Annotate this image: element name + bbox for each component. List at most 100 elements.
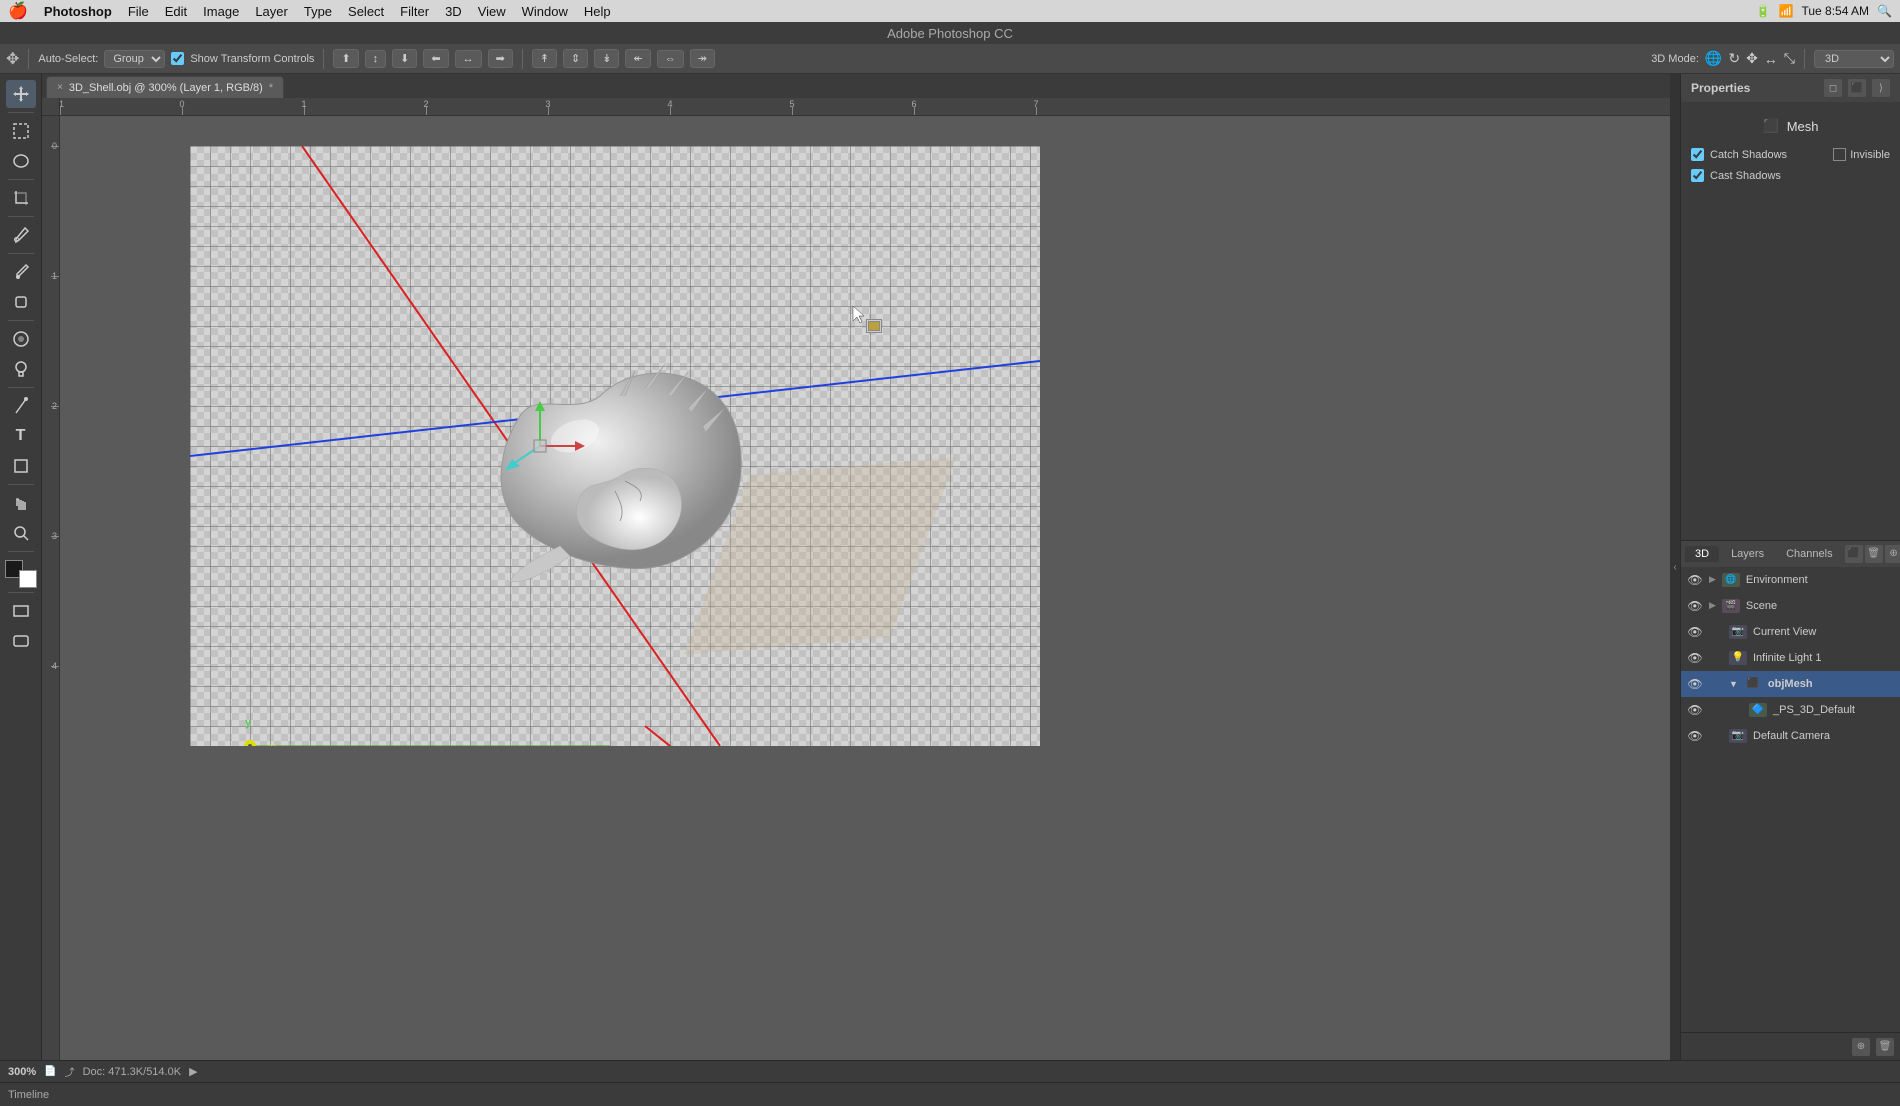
menu-help[interactable]: Help — [584, 4, 611, 19]
layer-eye-ps3ddefault[interactable]: 👁 — [1687, 702, 1703, 718]
layer-eye-objmesh[interactable]: 👁 — [1687, 676, 1703, 692]
transform-gizmo — [490, 396, 590, 496]
tab-layers[interactable]: Layers — [1721, 546, 1774, 562]
blur-tool-button[interactable] — [6, 325, 36, 353]
hand-tool-button[interactable] — [6, 489, 36, 517]
burn-tool-button[interactable] — [6, 355, 36, 383]
layer-item-light1[interactable]: 👁 💡 Infinite Light 1 — [1681, 645, 1900, 671]
distribute-top-button[interactable]: ↟ — [532, 49, 557, 68]
search-icon[interactable]: 🔍 — [1877, 4, 1892, 18]
background-color[interactable] — [19, 570, 37, 588]
menu-edit[interactable]: Edit — [165, 4, 187, 19]
layer-item-defcam[interactable]: 👁 📷 Default Camera — [1681, 723, 1900, 749]
align-vcenter-button[interactable]: ↕ — [365, 50, 387, 68]
3d-roll-icon[interactable]: ↻ — [1728, 50, 1740, 67]
color-swatches[interactable] — [5, 560, 37, 588]
layer-eye-current-view[interactable]: 👁 — [1687, 624, 1703, 640]
menu-layer[interactable]: Layer — [255, 4, 288, 19]
lasso-tool-button[interactable] — [6, 147, 36, 175]
3d-pan-icon[interactable]: ✥ — [1746, 50, 1758, 67]
menu-select[interactable]: Select — [348, 4, 384, 19]
type-tool-button[interactable]: T — [6, 422, 36, 450]
doc-info-arrow[interactable]: ▶ — [189, 1065, 197, 1078]
layer-expand-objmesh[interactable]: ▼ — [1729, 679, 1738, 689]
tab-channels[interactable]: Channels — [1776, 546, 1842, 562]
menu-window[interactable]: Window — [522, 4, 568, 19]
pen-tool-button[interactable] — [6, 392, 36, 420]
layer-item-scene[interactable]: 👁 ▶ 🎬 Scene — [1681, 593, 1900, 619]
menu-image[interactable]: Image — [203, 4, 239, 19]
crop-tool-button[interactable] — [6, 184, 36, 212]
catch-shadows-checkbox[interactable] — [1691, 148, 1704, 161]
distribute-right-button[interactable]: ↠ — [690, 49, 715, 68]
layer-name-environment: Environment — [1746, 574, 1894, 586]
panel-tab-actions: ⬛ 🗑 ⊕ ☀ ⟩ — [1845, 545, 1900, 563]
panel-collapse-button[interactable]: ‹ — [1670, 74, 1680, 1060]
catch-shadows-label: Catch Shadows — [1710, 149, 1787, 161]
distribute-vc-button[interactable]: ⇕ — [563, 49, 588, 68]
layer-item-objmesh[interactable]: 👁 ▼ ⬛ objMesh — [1681, 671, 1900, 697]
align-top-button[interactable]: ⬆ — [333, 49, 358, 68]
3d-scale-icon[interactable]: ⤡ — [1784, 50, 1795, 67]
distribute-bottom-button[interactable]: ↡ — [594, 49, 619, 68]
layer-item-ps3ddefault[interactable]: 👁 🔷 _PS_3D_Default — [1681, 697, 1900, 723]
apple-menu[interactable]: 🍎 — [8, 1, 28, 21]
screen-mode-button[interactable] — [6, 597, 36, 625]
layer-eye-light1[interactable]: 👁 — [1687, 650, 1703, 666]
menu-3d[interactable]: 3D — [445, 4, 462, 19]
panel-add-button[interactable]: ⊕ — [1852, 1038, 1870, 1056]
properties-icon-1[interactable]: ◻ — [1824, 79, 1842, 97]
menu-type[interactable]: Type — [304, 4, 332, 19]
align-right-button[interactable]: ➡ — [488, 49, 513, 68]
menu-filter[interactable]: Filter — [400, 4, 429, 19]
tab-close-button[interactable]: × — [57, 82, 63, 93]
layer-eye-defcam[interactable]: 👁 — [1687, 728, 1703, 744]
3d-mode-select[interactable]: 3D — [1814, 50, 1894, 68]
show-transform-checkbox[interactable] — [171, 52, 184, 65]
distribute-hc-button[interactable]: ⇔ — [657, 50, 684, 68]
properties-icon-2[interactable]: ⬛ — [1848, 79, 1866, 97]
export-button[interactable]: ⤴ — [65, 1064, 75, 1079]
distribute-left-button[interactable]: ↞ — [625, 49, 650, 68]
properties-expand[interactable]: ⟩ — [1872, 79, 1890, 97]
align-left-button[interactable]: ⬅ — [423, 49, 448, 68]
zoom-tool-button[interactable] — [6, 519, 36, 547]
align-bottom-button[interactable]: ⬇ — [392, 49, 417, 68]
marquee-tool-button[interactable] — [6, 117, 36, 145]
panel-delete-button[interactable]: 🗑 — [1876, 1038, 1894, 1056]
shape-tool-button[interactable] — [6, 452, 36, 480]
cast-shadows-checkbox[interactable] — [1691, 169, 1704, 182]
extra-mode-button[interactable] — [6, 627, 36, 655]
layer-eye-scene[interactable]: 👁 — [1687, 598, 1703, 614]
panel-action-1[interactable]: ⬛ — [1845, 545, 1863, 563]
panel-action-3[interactable]: ⊕ — [1885, 545, 1900, 563]
timeline-bar: Timeline — [0, 1082, 1900, 1106]
layer-expand-scene[interactable]: ▶ — [1709, 600, 1716, 611]
3d-orbit-icon[interactable]: 🌐 — [1705, 50, 1722, 67]
toolbar-sep-3 — [8, 216, 34, 217]
eyedropper-tool-button[interactable] — [6, 221, 36, 249]
canvas-tab[interactable]: × 3D_Shell.obj @ 300% (Layer 1, RGB/8) * — [46, 76, 284, 98]
layer-item-environment[interactable]: 👁 ▶ 🌐 Environment — [1681, 567, 1900, 593]
layer-expand-environment[interactable]: ▶ — [1709, 574, 1716, 585]
show-transform-label: Show Transform Controls — [190, 53, 314, 65]
menu-photoshop[interactable]: Photoshop — [44, 4, 112, 19]
auto-select-dropdown[interactable]: Group Layer — [104, 50, 165, 68]
toolbar-sep-4 — [8, 253, 34, 254]
align-hcenter-button[interactable]: ↔ — [455, 50, 482, 68]
eraser-tool-button[interactable] — [6, 288, 36, 316]
panel-action-2[interactable]: 🗑 — [1865, 545, 1883, 563]
brush-tool-button[interactable] — [6, 258, 36, 286]
axis-labels: y x — [240, 706, 320, 746]
zoom-indicator[interactable]: 📄 — [44, 1066, 56, 1077]
layer-eye-environment[interactable]: 👁 — [1687, 572, 1703, 588]
canvas-viewport[interactable]: y x — [60, 116, 1670, 1060]
invisible-checkbox[interactable] — [1833, 148, 1846, 161]
move-tool-button[interactable] — [6, 80, 36, 108]
3d-slide-icon[interactable]: ↔ — [1764, 51, 1778, 67]
layer-item-current-view[interactable]: 👁 📷 Current View — [1681, 619, 1900, 645]
menu-view[interactable]: View — [478, 4, 506, 19]
toolbar-sep-7 — [8, 484, 34, 485]
menu-file[interactable]: File — [128, 4, 149, 19]
tab-3d[interactable]: 3D — [1685, 546, 1719, 562]
